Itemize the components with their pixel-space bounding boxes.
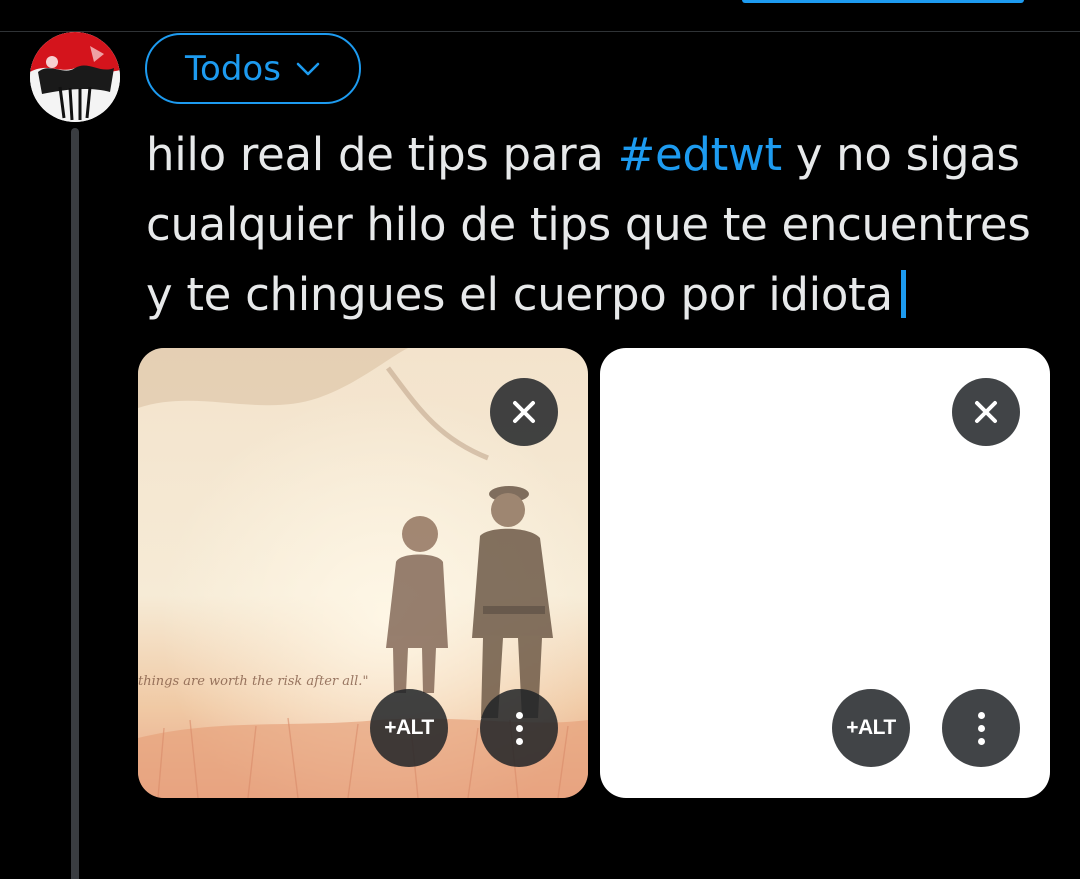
avatar[interactable] bbox=[30, 32, 120, 122]
audience-selector-button[interactable]: Todos bbox=[145, 33, 361, 104]
add-alt-text-1-button[interactable]: +ALT bbox=[370, 689, 448, 767]
remove-media-1-button[interactable] bbox=[490, 378, 558, 446]
header-divider bbox=[0, 31, 1080, 32]
image-overlay-quote: things are worth the risk after all." bbox=[138, 674, 369, 689]
chevron-down-icon bbox=[296, 62, 320, 75]
remove-media-2-button[interactable] bbox=[952, 378, 1020, 446]
active-tab-indicator bbox=[742, 0, 1024, 3]
thread-connector-line bbox=[71, 128, 79, 879]
media-attachment-2[interactable]: +ALT bbox=[600, 348, 1050, 798]
tweet-composer-screen: Todos hilo real de tips para #edtwt y no… bbox=[0, 0, 1080, 879]
text-cursor bbox=[900, 270, 906, 318]
tweet-text-part-1: hilo real de tips para bbox=[146, 128, 618, 181]
close-icon bbox=[975, 401, 997, 423]
media-2-more-button[interactable] bbox=[942, 689, 1020, 767]
close-icon bbox=[513, 401, 535, 423]
media-attachment-1[interactable]: things are worth the risk after all." +A… bbox=[138, 348, 588, 798]
hashtag-link[interactable]: #edtwt bbox=[618, 128, 783, 181]
more-vertical-icon bbox=[977, 711, 985, 745]
more-vertical-icon bbox=[515, 711, 523, 745]
avatar-image bbox=[30, 32, 120, 122]
tweet-text-input[interactable]: hilo real de tips para #edtwt y no sigas… bbox=[146, 120, 1046, 330]
add-alt-text-2-button[interactable]: +ALT bbox=[832, 689, 910, 767]
media-1-more-button[interactable] bbox=[480, 689, 558, 767]
audience-label: Todos bbox=[185, 48, 281, 89]
